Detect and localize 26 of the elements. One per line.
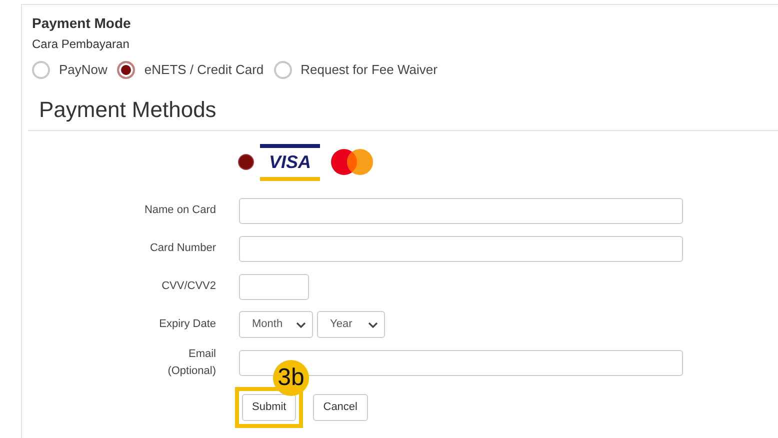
section-subtitle: Cara Pembayaran: [32, 36, 130, 53]
field-label: Expiry Date: [158, 317, 216, 332]
section-title: Payment Mode: [32, 14, 132, 33]
radio-option[interactable]: PayNow: [32, 60, 108, 80]
step-callout-tooltip: 3b: [273, 360, 309, 396]
dropdown[interactable]: Month: [239, 311, 313, 338]
field-label: CVV/CVV2: [160, 279, 216, 294]
visa-logo: VISA: [260, 144, 320, 180]
radio-button[interactable]: [117, 60, 136, 79]
text-field[interactable]: [239, 274, 309, 300]
radio-button[interactable]: [32, 60, 50, 79]
radio-option[interactable]: eNETS / Credit Card: [117, 60, 264, 80]
radio-button[interactable]: [274, 60, 292, 79]
text-field[interactable]: [239, 198, 683, 224]
section-heading: Payment Methods: [39, 96, 218, 124]
mastercard-icon: [331, 149, 373, 175]
form-button[interactable]: Submit: [242, 394, 296, 420]
form-button[interactable]: Cancel: [313, 394, 368, 420]
field-label: Card Number: [148, 241, 216, 256]
field-label: Email (Optional): [166, 346, 216, 378]
chevron-down-icon: [368, 322, 378, 328]
text-field[interactable]: [239, 236, 683, 262]
chevron-down-icon: [296, 322, 306, 328]
field-label: Name on Card: [143, 203, 216, 218]
radio-option[interactable]: Request for Fee Waiver: [274, 60, 438, 80]
dropdown[interactable]: Year: [317, 311, 385, 338]
